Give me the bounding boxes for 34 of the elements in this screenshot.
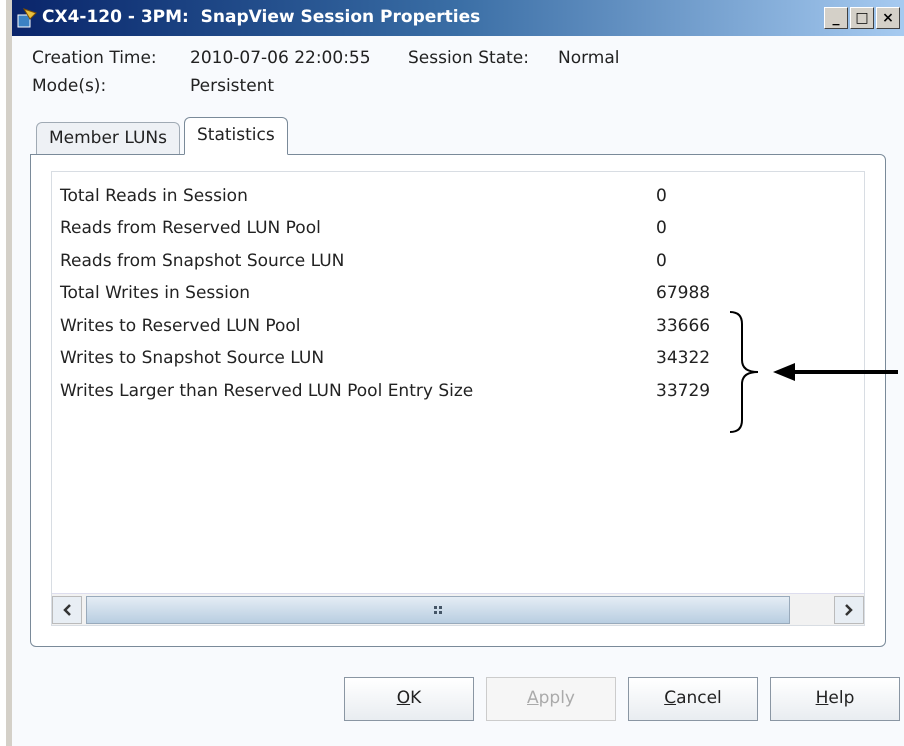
statistic-name: Total Writes in Session [60,282,252,305]
statistic-name: Reads from Snapshot Source LUN [60,250,346,272]
statistic-value: 33729 [656,380,710,402]
scrollbar-thumb[interactable] [86,596,790,624]
dialog-button[interactable]: Cancel [628,677,758,721]
statistic-value: 0 [656,250,667,272]
statistic-value: 0 [656,184,667,208]
grip-icon [434,606,442,614]
info-label: Creation Time: [32,47,158,70]
statistic-name: Writes to Snapshot Source LUN [60,347,326,370]
statistic-name: Reads from Reserved LUN Pool [60,217,322,240]
tab[interactable]: Member LUNs [36,122,180,154]
maximize-button[interactable]: □ [850,7,874,29]
statistic-name: Writes to Reserved LUN Pool [60,314,302,338]
statistic-value: 0 [656,217,667,240]
dialog-button[interactable]: Help [770,677,900,721]
info-value: Persistent [190,75,274,98]
dialog-button[interactable]: OK [344,677,474,721]
window-title: CX4-120 - 3PM: SnapView Session Properties [42,6,480,30]
tab[interactable]: Statistics [184,117,288,155]
statistic-value: 33666 [656,314,710,338]
statistic-value: 34322 [656,347,710,370]
statistic-name: Total Reads in Session [60,184,249,208]
info-value: 2010-07-06 22:00:55 [190,47,372,70]
info-label: Session State: [408,47,530,70]
info-value: Normal [558,47,620,70]
statistic-name: Writes Larger than Reserved LUN Pool Entry Size [60,380,474,402]
info-label: Mode(s): [32,75,108,98]
scroll-left-button[interactable] [52,596,82,624]
statistic-value: 67988 [656,282,710,305]
app-icon [16,7,38,29]
minimize-button[interactable]: _ [824,7,848,29]
close-button[interactable]: × [876,7,900,29]
scroll-right-button[interactable] [834,596,864,624]
